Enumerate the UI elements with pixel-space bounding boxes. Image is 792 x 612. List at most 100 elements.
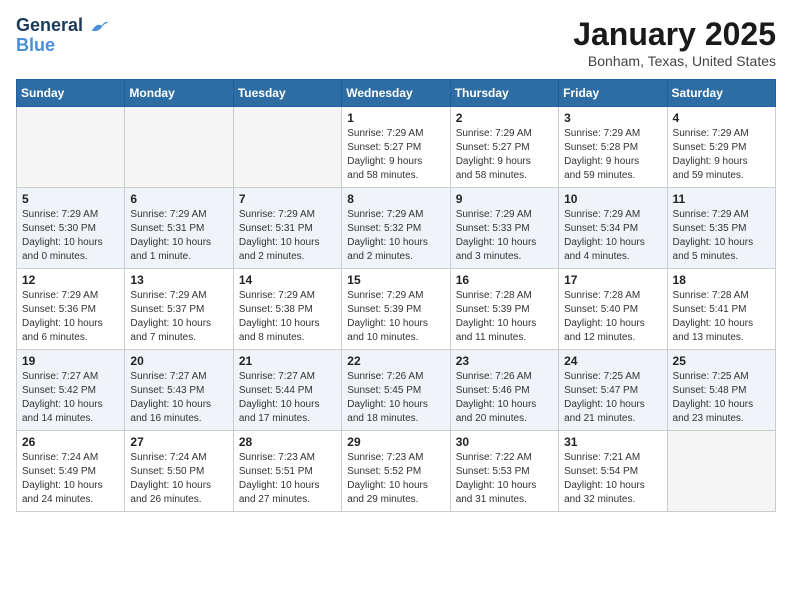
calendar-cell: 2Sunrise: 7:29 AM Sunset: 5:27 PM Daylig… — [450, 107, 558, 188]
day-info: Sunrise: 7:26 AM Sunset: 5:46 PM Dayligh… — [456, 370, 553, 426]
calendar-cell: 5 Sunrise: 7:29 AM Sunset: 5:30 PM Daylig… — [17, 188, 125, 269]
day-number: 28 — [239, 435, 336, 449]
calendar-cell: 15Sunrise: 7:29 AM Sunset: 5:39 PM Dayli… — [342, 269, 450, 350]
day-number: 10 — [564, 192, 661, 206]
calendar-week-row: 12Sunrise: 7:29 AM Sunset: 5:36 PM Dayli… — [17, 269, 776, 350]
day-number: 15 — [347, 273, 444, 287]
header-tuesday: Tuesday — [233, 80, 341, 107]
calendar-week-row: 19Sunrise: 7:27 AM Sunset: 5:42 PM Dayli… — [17, 350, 776, 431]
day-number: 22 — [347, 354, 444, 368]
calendar-cell: 3 Sunrise: 7:29 AM Sunset: 5:28 PM Daylig… — [559, 107, 667, 188]
day-number: 21 — [239, 354, 336, 368]
calendar-table: SundayMondayTuesdayWednesdayThursdayFrid… — [16, 79, 776, 512]
day-number: 20 — [130, 354, 227, 368]
day-info: Sunrise: 7:29 AM Sunset: 5:27 PM Dayligh… — [347, 127, 444, 183]
day-number: 1 — [347, 111, 444, 125]
day-info: Sunrise: 7:25 AM Sunset: 5:47 PM Dayligh… — [564, 370, 661, 426]
day-info: Sunrise: 7:28 AM Sunset: 5:40 PM Dayligh… — [564, 289, 661, 345]
calendar-cell — [233, 107, 341, 188]
day-number: 26 — [22, 435, 119, 449]
day-number: 13 — [130, 273, 227, 287]
header-saturday: Saturday — [667, 80, 775, 107]
day-number: 14 — [239, 273, 336, 287]
day-number: 8 — [347, 192, 444, 206]
page-header: General Blue January 2025 Bonham, Texas,… — [16, 16, 776, 69]
calendar-cell: 31 Sunrise: 7:21 AM Sunset: 5:54 PM Dayli… — [559, 431, 667, 512]
calendar-cell: 13 Sunrise: 7:29 AM Sunset: 5:37 PM Dayli… — [125, 269, 233, 350]
header-friday: Friday — [559, 80, 667, 107]
day-number: 30 — [456, 435, 553, 449]
day-info: Sunrise: 7:27 AM Sunset: 5:43 PM Dayligh… — [130, 370, 227, 426]
day-info: Sunrise: 7:23 AM Sunset: 5:52 PM Dayligh… — [347, 451, 444, 507]
day-info: Sunrise: 7:29 AM Sunset: 5:34 PM Dayligh… — [564, 208, 661, 264]
calendar-cell: 27 Sunrise: 7:24 AM Sunset: 5:50 PM Dayli… — [125, 431, 233, 512]
day-number: 18 — [673, 273, 770, 287]
day-info: Sunrise: 7:24 AM Sunset: 5:50 PM Dayligh… — [130, 451, 227, 507]
day-number: 31 — [564, 435, 661, 449]
logo-bird-icon — [90, 19, 110, 34]
day-info: Sunrise: 7:29 AM Sunset: 5:28 PM Dayligh… — [564, 127, 661, 183]
day-info: Sunrise: 7:27 AM Sunset: 5:42 PM Dayligh… — [22, 370, 119, 426]
calendar-cell: 20 Sunrise: 7:27 AM Sunset: 5:43 PM Dayli… — [125, 350, 233, 431]
day-info: Sunrise: 7:25 AM Sunset: 5:48 PM Dayligh… — [673, 370, 770, 426]
day-info: Sunrise: 7:24 AM Sunset: 5:49 PM Dayligh… — [22, 451, 119, 507]
calendar-cell: 25 Sunrise: 7:25 AM Sunset: 5:48 PM Dayli… — [667, 350, 775, 431]
calendar-cell: 18 Sunrise: 7:28 AM Sunset: 5:41 PM Dayli… — [667, 269, 775, 350]
day-info: Sunrise: 7:28 AM Sunset: 5:39 PM Dayligh… — [456, 289, 553, 345]
day-number: 6 — [130, 192, 227, 206]
location: Bonham, Texas, United States — [573, 53, 776, 69]
day-number: 16 — [456, 273, 553, 287]
day-info: Sunrise: 7:26 AM Sunset: 5:45 PM Dayligh… — [347, 370, 444, 426]
day-number: 3 — [564, 111, 661, 125]
day-number: 7 — [239, 192, 336, 206]
calendar-cell: 24 Sunrise: 7:25 AM Sunset: 5:47 PM Dayli… — [559, 350, 667, 431]
logo-text: General — [16, 16, 110, 36]
calendar-cell: 9Sunrise: 7:29 AM Sunset: 5:33 PM Daylig… — [450, 188, 558, 269]
day-number: 23 — [456, 354, 553, 368]
calendar-cell: 6 Sunrise: 7:29 AM Sunset: 5:31 PM Daylig… — [125, 188, 233, 269]
calendar-cell: 16 Sunrise: 7:28 AM Sunset: 5:39 PM Dayli… — [450, 269, 558, 350]
day-info: Sunrise: 7:29 AM Sunset: 5:35 PM Dayligh… — [673, 208, 770, 264]
calendar-header-row: SundayMondayTuesdayWednesdayThursdayFrid… — [17, 80, 776, 107]
day-number: 29 — [347, 435, 444, 449]
calendar-cell: 19Sunrise: 7:27 AM Sunset: 5:42 PM Dayli… — [17, 350, 125, 431]
day-info: Sunrise: 7:29 AM Sunset: 5:32 PM Dayligh… — [347, 208, 444, 264]
calendar-cell: 29 Sunrise: 7:23 AM Sunset: 5:52 PM Dayli… — [342, 431, 450, 512]
day-number: 25 — [673, 354, 770, 368]
day-number: 17 — [564, 273, 661, 287]
month-title: January 2025 — [573, 16, 776, 53]
calendar-cell: 4 Sunrise: 7:29 AM Sunset: 5:29 PM Daylig… — [667, 107, 775, 188]
day-number: 11 — [673, 192, 770, 206]
day-info: Sunrise: 7:29 AM Sunset: 5:27 PM Dayligh… — [456, 127, 553, 183]
day-info: Sunrise: 7:29 AM Sunset: 5:38 PM Dayligh… — [239, 289, 336, 345]
day-number: 4 — [673, 111, 770, 125]
day-info: Sunrise: 7:23 AM Sunset: 5:51 PM Dayligh… — [239, 451, 336, 507]
day-number: 24 — [564, 354, 661, 368]
calendar-cell: 8 Sunrise: 7:29 AM Sunset: 5:32 PM Daylig… — [342, 188, 450, 269]
day-info: Sunrise: 7:21 AM Sunset: 5:54 PM Dayligh… — [564, 451, 661, 507]
title-section: January 2025 Bonham, Texas, United State… — [573, 16, 776, 69]
day-info: Sunrise: 7:29 AM Sunset: 5:31 PM Dayligh… — [130, 208, 227, 264]
day-info: Sunrise: 7:29 AM Sunset: 5:29 PM Dayligh… — [673, 127, 770, 183]
header-thursday: Thursday — [450, 80, 558, 107]
day-number: 5 — [22, 192, 119, 206]
calendar-week-row: 1 Sunrise: 7:29 AM Sunset: 5:27 PM Daylig… — [17, 107, 776, 188]
day-number: 12 — [22, 273, 119, 287]
calendar-cell: 21Sunrise: 7:27 AM Sunset: 5:44 PM Dayli… — [233, 350, 341, 431]
calendar-cell: 23 Sunrise: 7:26 AM Sunset: 5:46 PM Dayli… — [450, 350, 558, 431]
day-info: Sunrise: 7:22 AM Sunset: 5:53 PM Dayligh… — [456, 451, 553, 507]
calendar-cell: 11 Sunrise: 7:29 AM Sunset: 5:35 PM Dayli… — [667, 188, 775, 269]
calendar-cell: 28 Sunrise: 7:23 AM Sunset: 5:51 PM Dayli… — [233, 431, 341, 512]
header-monday: Monday — [125, 80, 233, 107]
day-info: Sunrise: 7:29 AM Sunset: 5:30 PM Dayligh… — [22, 208, 119, 264]
day-info: Sunrise: 7:28 AM Sunset: 5:41 PM Dayligh… — [673, 289, 770, 345]
header-wednesday: Wednesday — [342, 80, 450, 107]
logo: General Blue — [16, 16, 110, 56]
day-info: Sunrise: 7:29 AM Sunset: 5:37 PM Dayligh… — [130, 289, 227, 345]
day-number: 27 — [130, 435, 227, 449]
calendar-cell — [125, 107, 233, 188]
logo-line2: Blue — [16, 36, 55, 56]
calendar-week-row: 5 Sunrise: 7:29 AM Sunset: 5:30 PM Daylig… — [17, 188, 776, 269]
calendar-cell: 7Sunrise: 7:29 AM Sunset: 5:31 PM Daylig… — [233, 188, 341, 269]
calendar-cell: 14 Sunrise: 7:29 AM Sunset: 5:38 PM Dayli… — [233, 269, 341, 350]
